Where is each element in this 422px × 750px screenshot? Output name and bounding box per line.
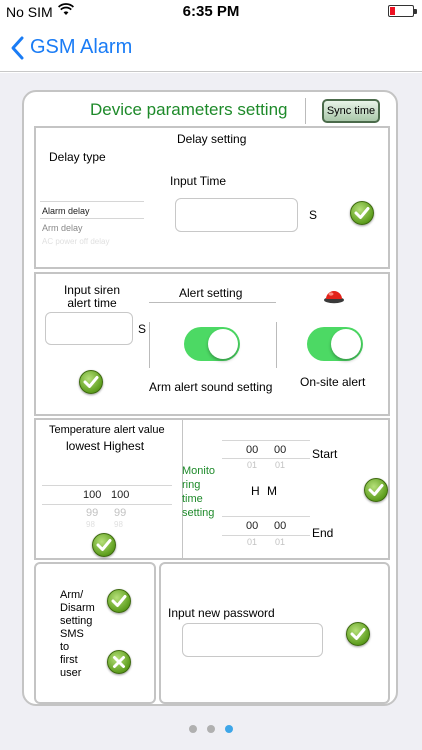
sms-label-line: user [60, 667, 82, 679]
temperature-heading: Temperature alert value [49, 424, 165, 436]
highest-value[interactable]: 99 [114, 507, 126, 519]
sms-label-line: setting [60, 615, 93, 627]
start-hour[interactable]: 00 [246, 444, 258, 456]
picker-divider [222, 535, 310, 536]
start-label: Start [312, 447, 338, 461]
check-icon[interactable] [346, 622, 370, 646]
monitoring-label-line: setting [182, 507, 215, 519]
status-bar: No SIM 6:35 PM [0, 0, 422, 24]
highest-value[interactable]: 98 [114, 520, 123, 529]
nav-title[interactable]: GSM Alarm [30, 36, 132, 59]
clock: 6:35 PM [182, 3, 240, 20]
delay-time-input[interactable] [175, 198, 298, 232]
sms-label-line: first [60, 654, 78, 666]
end-hour[interactable]: 01 [247, 537, 257, 547]
close-icon[interactable] [107, 650, 131, 674]
column-divider [276, 322, 277, 368]
delay-heading: Delay setting [177, 132, 247, 146]
picker-divider [42, 504, 172, 505]
page-indicator[interactable] [0, 725, 422, 735]
picker-divider [40, 201, 144, 202]
title-divider [305, 98, 306, 124]
onsite-alert-label: On-site alert [300, 375, 366, 389]
input-time-label: Input Time [170, 174, 227, 188]
red-alarm-light-icon [323, 288, 345, 309]
highest-value[interactable]: 100 [111, 489, 129, 501]
sms-label-line: to [60, 641, 70, 653]
arm-sound-label: Arm alert sound setting [149, 380, 273, 394]
end-hour[interactable]: 00 [246, 520, 258, 532]
check-icon[interactable] [364, 478, 388, 502]
monitoring-label-line: Monito [182, 465, 216, 477]
alert-heading: Alert setting [179, 286, 243, 300]
password-panel: Input new password [159, 562, 390, 704]
picker-divider [222, 516, 310, 517]
end-minute[interactable]: 01 [275, 537, 285, 547]
end-minute[interactable]: 00 [274, 520, 286, 532]
arm-sound-toggle[interactable] [184, 327, 240, 361]
monitoring-label-line: ring [182, 479, 201, 491]
chevron-left-icon[interactable] [8, 34, 28, 62]
picker-divider [222, 458, 310, 459]
card-title: Device parameters setting [90, 100, 288, 119]
end-label: End [312, 526, 334, 540]
lowest-value[interactable]: 100 [83, 489, 101, 501]
picker-divider [40, 218, 144, 219]
siren-time-input[interactable] [45, 312, 133, 345]
nav-bar: GSM Alarm [0, 24, 422, 72]
delay-setting-panel: Delay setting Delay type Input Time Alar… [34, 126, 390, 269]
check-icon[interactable] [92, 533, 116, 557]
picker-option[interactable]: Arm delay [42, 223, 83, 233]
picker-divider [222, 440, 310, 441]
siren-time-label: Input siren alert time [63, 283, 121, 310]
picker-option[interactable]: Alarm delay [42, 206, 90, 216]
check-icon[interactable] [79, 370, 103, 394]
page-dot[interactable] [189, 725, 197, 733]
lowest-value[interactable]: 98 [86, 520, 95, 529]
lowest-value[interactable]: 99 [86, 507, 98, 519]
sms-label-line: SMS [60, 628, 84, 640]
minute-label: M [267, 484, 277, 498]
picker-option[interactable]: AC power off delay [42, 237, 109, 246]
siren-unit-label: S [138, 322, 147, 336]
check-icon[interactable] [350, 201, 374, 225]
start-hour[interactable]: 01 [247, 460, 257, 470]
column-divider [149, 322, 150, 368]
password-label: Input new password [168, 606, 275, 620]
alert-setting-panel: Input siren alert time S Alert setting A… [34, 272, 390, 416]
alert-heading-underline [149, 302, 276, 303]
start-minute[interactable]: 00 [274, 444, 286, 456]
picker-divider [42, 485, 172, 486]
sms-label-line: Arm/ [60, 589, 84, 601]
page-dot-active[interactable] [225, 725, 233, 733]
delay-type-label: Delay type [49, 150, 106, 164]
check-icon[interactable] [107, 589, 131, 613]
monitoring-label-line: time [182, 493, 203, 505]
start-minute[interactable]: 01 [275, 460, 285, 470]
sms-label-line: Disarm [60, 602, 95, 614]
hour-label: H [251, 484, 260, 498]
temperature-monitoring-panel: Temperature alert value lowest Highest 1… [34, 418, 390, 560]
sms-setting-panel: Arm/ Disarm setting SMS to first user [34, 562, 156, 704]
temperature-subheading: lowest Highest [66, 439, 145, 453]
delay-unit-label: S [309, 208, 318, 222]
battery-low-icon [388, 5, 417, 17]
parameters-card: Device parameters setting Sync time Dela… [22, 90, 398, 706]
password-input[interactable] [182, 623, 323, 657]
content-area: Device parameters setting Sync time Dela… [0, 73, 422, 750]
onsite-alert-toggle[interactable] [307, 327, 363, 361]
page-dot[interactable] [207, 725, 215, 733]
sync-time-button[interactable]: Sync time [322, 99, 380, 123]
